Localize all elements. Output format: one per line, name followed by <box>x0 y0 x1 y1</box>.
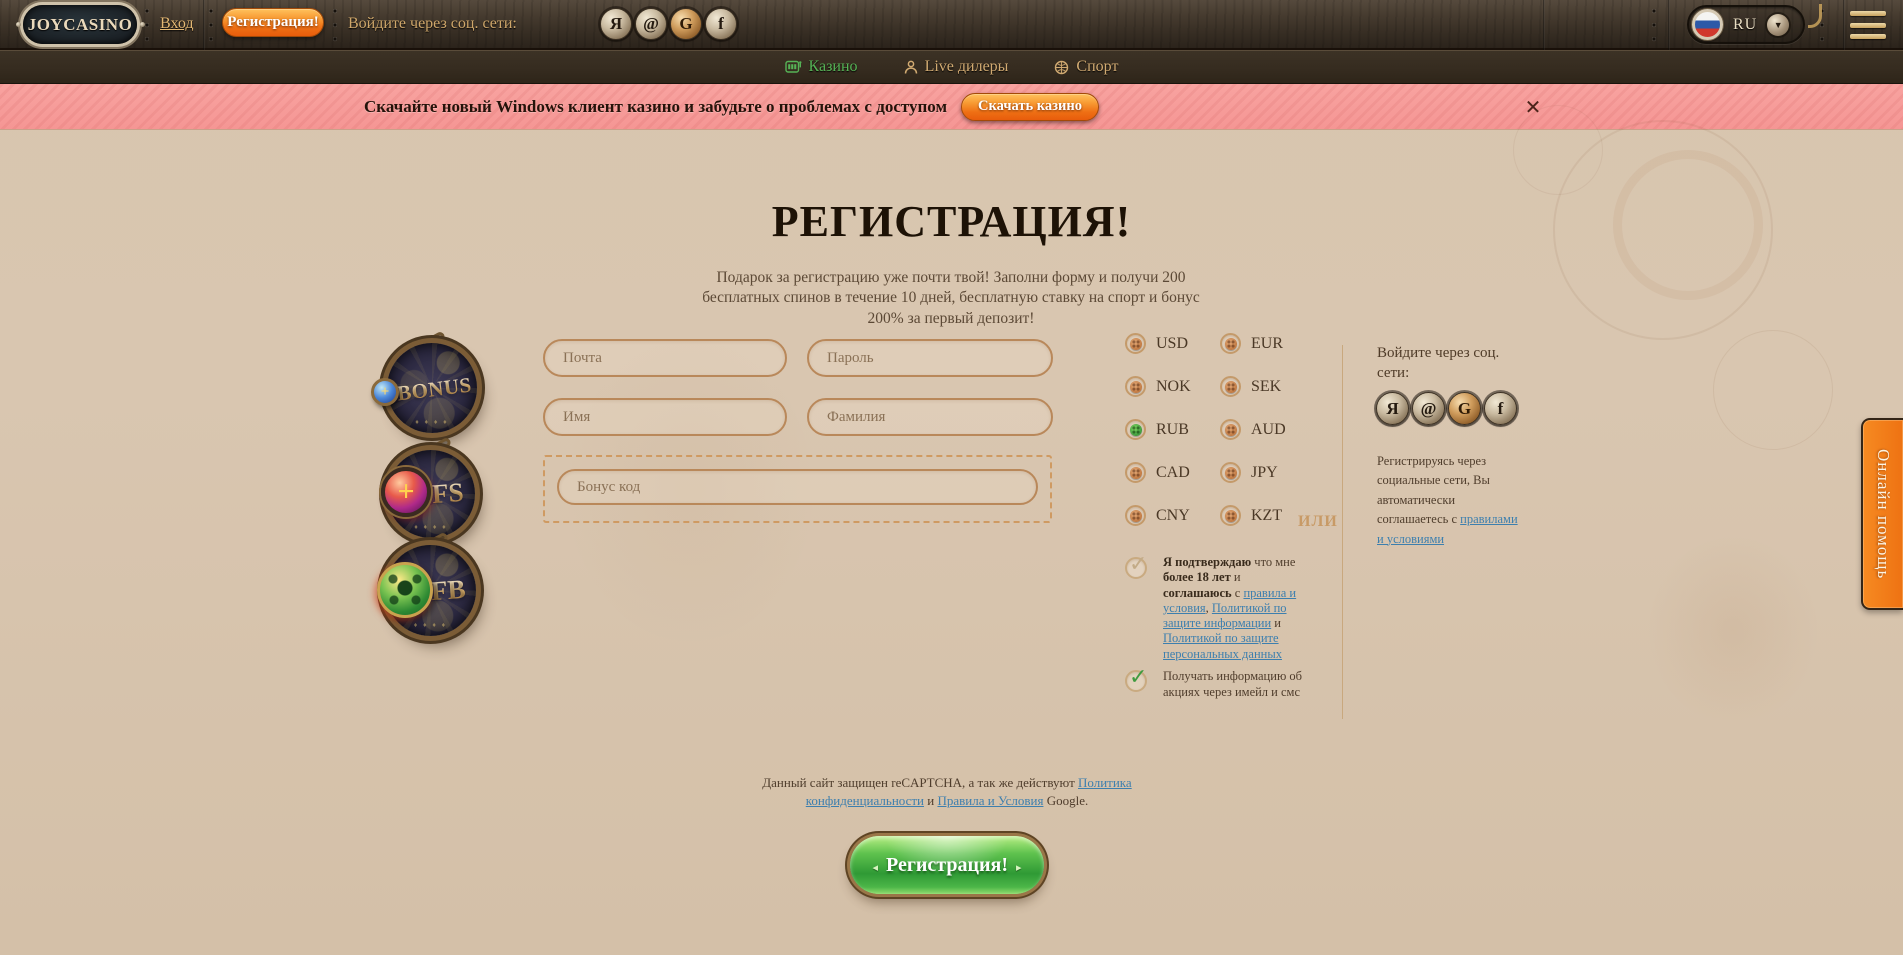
login-link[interactable]: Вход <box>160 15 194 33</box>
terms-text: Я подтверждаю что мне более 18 лет и сог… <box>1163 555 1299 662</box>
fb-orb-icon <box>377 562 433 618</box>
rivets-decor <box>333 9 337 42</box>
language-selector[interactable]: RU ▼ <box>1687 5 1805 44</box>
first-name-field[interactable] <box>543 398 787 436</box>
seam-divider <box>1668 0 1670 50</box>
tab-live-dealers[interactable]: Live дилеры <box>904 58 1009 76</box>
menu-button[interactable] <box>1850 11 1886 39</box>
google-icon[interactable]: G <box>670 8 702 40</box>
recaptcha-notice: Данный сайт защищен reCAPTCHA, а так же … <box>717 774 1177 809</box>
seam-divider <box>1843 0 1845 50</box>
radio-icon <box>1125 462 1146 483</box>
yandex-icon[interactable]: Я <box>600 8 632 40</box>
language-code: RU <box>1733 16 1757 34</box>
vertical-divider <box>1342 345 1343 719</box>
tab-sport[interactable]: Спорт <box>1054 58 1118 76</box>
page: JOYCASINO Вход Регистрация! Войдите чере… <box>0 0 1903 955</box>
register-submit-button[interactable]: ◂Регистрация!▸ <box>850 836 1044 894</box>
chevron-down-icon[interactable]: ▼ <box>1767 14 1789 36</box>
logo-text: JOYCASINO <box>28 15 133 35</box>
facebook-icon[interactable]: f <box>705 8 737 40</box>
fs-orb-icon: + <box>381 467 431 517</box>
personal-data-policy-link[interactable]: Политикой по защите персональных данных <box>1163 631 1282 660</box>
top-header: JOYCASINO Вход Регистрация! Войдите чере… <box>0 0 1903 50</box>
subscribe-checkbox[interactable]: ✓ <box>1125 670 1147 692</box>
currency-option-usd[interactable]: USD <box>1125 333 1220 354</box>
social-panel-note: Регистрируясь через социальные сети, Вы … <box>1377 452 1519 549</box>
google-icon[interactable]: G <box>1448 392 1481 425</box>
age-confirm-checkbox[interactable]: ✓ <box>1125 557 1147 579</box>
arrow-right-icon: ▸ <box>1016 861 1022 874</box>
seam-divider <box>203 0 205 50</box>
header-social-icons: Я @ G f <box>600 8 737 40</box>
page-subtitle: Подарок за регистрацию уже почти твой! З… <box>691 268 1211 329</box>
bonus-badge: BONUS ♦ ♦ ♦ ♦ <box>387 343 477 433</box>
panel-social-icons: Я @ G f <box>1376 392 1517 425</box>
currency-option-eur[interactable]: EUR <box>1220 333 1315 354</box>
download-banner: Скачайте новый Windows клиент казино и з… <box>0 84 1903 130</box>
currency-option-nok[interactable]: NOK <box>1125 376 1220 397</box>
radio-icon <box>1220 333 1241 354</box>
radio-icon-selected <box>1125 419 1146 440</box>
currency-selector: USD EUR NOK SEK RUB AUD CAD JPY CNY KZT <box>1125 333 1315 526</box>
banner-text: Скачайте новый Windows клиент казино и з… <box>364 97 947 117</box>
main-nav: Казино Live дилеры Спорт <box>0 50 1903 84</box>
social-panel-heading: Войдите через соц. сети: <box>1377 343 1502 384</box>
page-title: РЕГИСТРАЦИЯ! <box>0 196 1903 247</box>
facebook-icon[interactable]: f <box>1484 392 1517 425</box>
password-field[interactable] <box>807 339 1053 377</box>
rivets-decor <box>145 9 149 42</box>
mail-ru-icon[interactable]: @ <box>635 8 667 40</box>
or-label: ИЛИ <box>1298 513 1338 531</box>
currency-option-sek[interactable]: SEK <box>1220 376 1315 397</box>
tab-casino[interactable]: Казино <box>785 58 858 76</box>
dealer-icon <box>904 60 918 75</box>
radio-icon <box>1125 333 1146 354</box>
online-help-tab[interactable]: Онлайн помощь <box>1861 418 1903 610</box>
currency-option-cny[interactable]: CNY <box>1125 505 1220 526</box>
google-terms-link[interactable]: Правила и Условия <box>937 793 1043 808</box>
radio-icon <box>1220 419 1241 440</box>
sketch-decor <box>1713 330 1833 450</box>
currency-option-aud[interactable]: AUD <box>1220 419 1315 440</box>
bonus-badges: BONUS ♦ ♦ ♦ ♦ + FS ♦ ♦ ♦ ♦ + FB ♦ ♦ ♦ ♦ <box>360 336 500 666</box>
radio-icon <box>1125 376 1146 397</box>
screw-icon <box>16 22 21 27</box>
social-login-label: Войдите через соц. сети: <box>348 15 517 33</box>
radio-icon <box>1220 505 1241 526</box>
stain-decor <box>1643 530 1823 730</box>
currency-option-rub[interactable]: RUB <box>1125 419 1220 440</box>
soccer-ball-icon <box>1054 60 1069 75</box>
currency-option-cad[interactable]: CAD <box>1125 462 1220 483</box>
arrow-left-icon: ◂ <box>872 861 878 874</box>
slot-machine-icon <box>785 60 802 74</box>
register-header-button[interactable]: Регистрация! <box>222 8 324 37</box>
mail-ru-icon[interactable]: @ <box>1412 392 1445 425</box>
russia-flag-icon <box>1692 9 1723 40</box>
fb-badge-label: FB <box>430 574 467 607</box>
radio-icon <box>1220 462 1241 483</box>
joycasino-logo[interactable]: JOYCASINO <box>23 5 137 44</box>
bonus-code-field[interactable] <box>557 469 1038 505</box>
subscribe-text: Получать информацию об акциях через имей… <box>1163 668 1305 701</box>
fs-badge-label: FS <box>431 477 465 510</box>
last-name-field[interactable] <box>807 398 1053 436</box>
online-help-label: Онлайн помощь <box>1873 449 1893 579</box>
download-casino-button[interactable]: Скачать казино <box>961 93 1099 121</box>
banner-close-icon[interactable]: ✕ <box>1522 96 1544 118</box>
seam-divider <box>1543 0 1545 50</box>
currency-option-jpy[interactable]: JPY <box>1220 462 1315 483</box>
radio-icon <box>1125 505 1146 526</box>
radio-icon <box>1220 376 1241 397</box>
yandex-icon[interactable]: Я <box>1376 392 1409 425</box>
rivets-decor <box>209 9 213 42</box>
email-field[interactable] <box>543 339 787 377</box>
bonus-orb-icon: + <box>371 378 399 406</box>
rivets-decor <box>1652 9 1656 42</box>
